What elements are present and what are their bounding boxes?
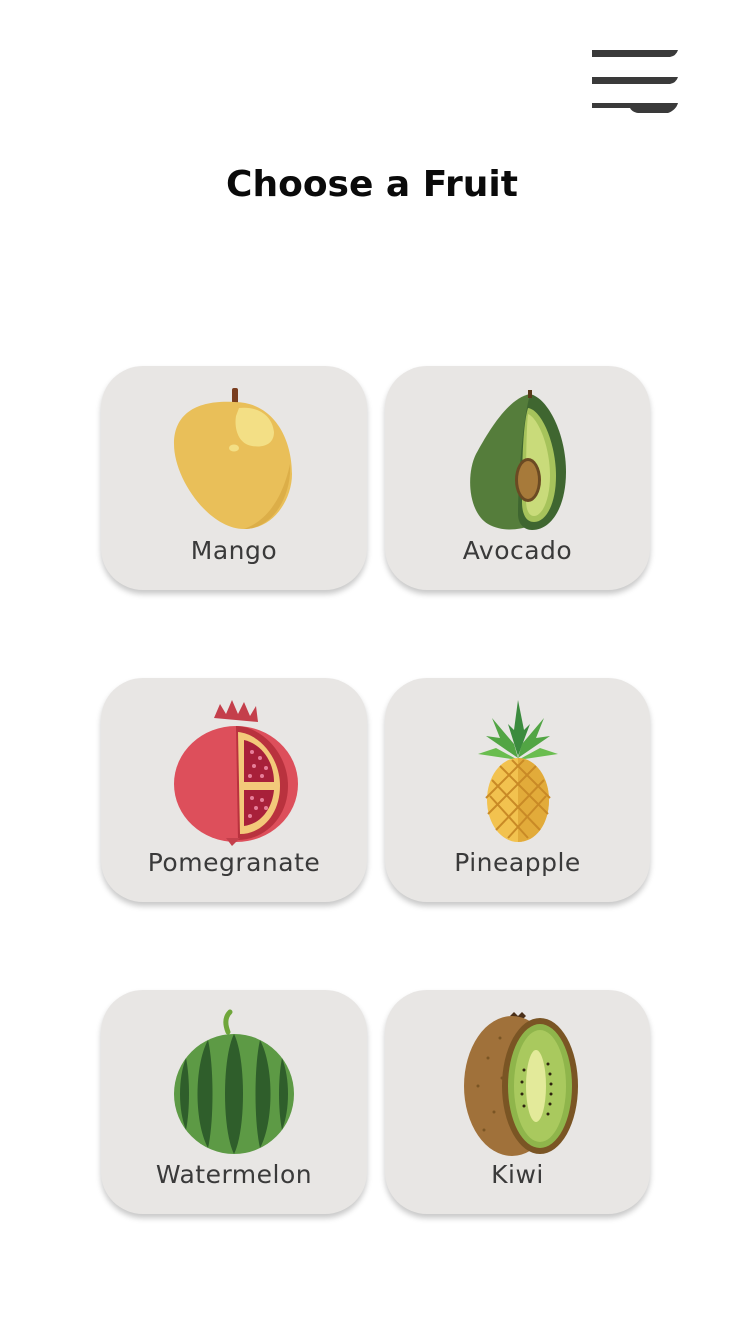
fruit-card-watermelon[interactable]: Watermelon (101, 990, 367, 1214)
fruit-label: Pomegranate (147, 848, 321, 877)
kiwi-icon (464, 1012, 578, 1156)
hamburger-menu-icon (592, 50, 678, 113)
fruit-card-pineapple[interactable]: Pineapple (385, 678, 650, 902)
pineapple-icon (478, 700, 558, 842)
fruit-card-mango[interactable]: Mango (101, 366, 367, 590)
fruit-card-avocado[interactable]: Avocado (385, 366, 650, 590)
avocado-icon (470, 390, 566, 530)
page-title: Choose a Fruit (226, 164, 518, 205)
menu-button[interactable] (590, 48, 682, 118)
fruit-label: Kiwi (491, 1160, 544, 1189)
fruit-label: Avocado (462, 536, 573, 565)
mango-icon (174, 388, 292, 529)
fruit-card-kiwi[interactable]: Kiwi (385, 990, 650, 1214)
fruit-card-pomegranate[interactable]: Pomegranate (101, 678, 367, 902)
fruit-label: Mango (190, 536, 278, 565)
pomegranate-icon (174, 700, 298, 846)
fruit-label: Watermelon (155, 1160, 313, 1189)
watermelon-icon (174, 1009, 294, 1154)
fruit-label: Pineapple (454, 848, 581, 877)
